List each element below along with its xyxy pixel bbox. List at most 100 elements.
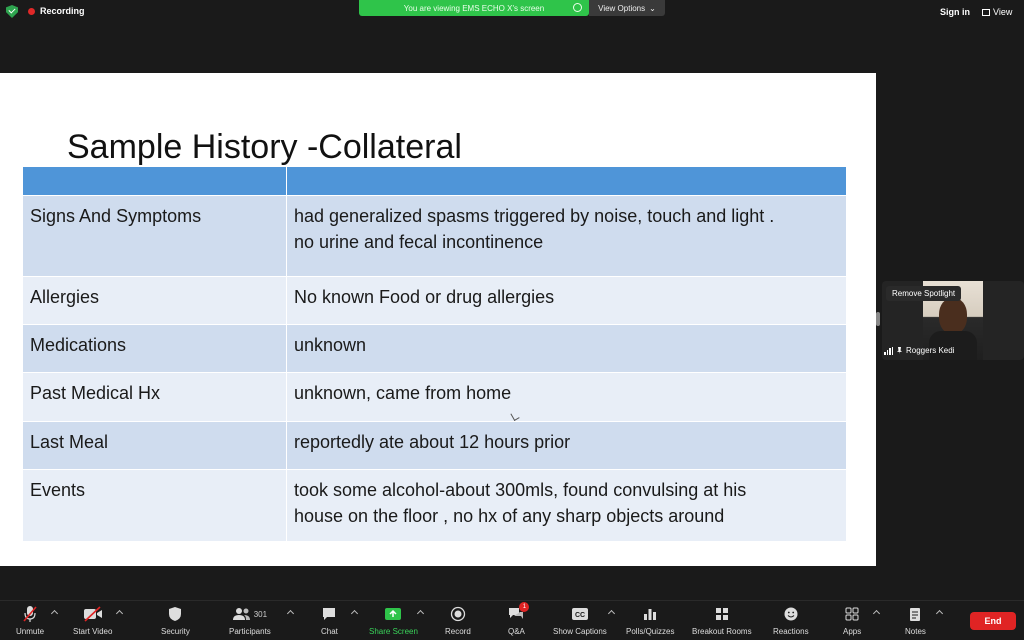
people-icon <box>232 608 250 620</box>
chevron-up-icon[interactable] <box>286 609 295 618</box>
participant-name-bar: Roggers Kedi <box>884 346 954 355</box>
qa-badge: 1 <box>519 602 530 612</box>
chevron-down-icon: ⌄ <box>649 3 656 13</box>
view-label: View <box>993 7 1013 17</box>
breakout-rooms-label: Breakout Rooms <box>692 627 752 636</box>
captions-icon: CC <box>571 605 589 623</box>
notes-icon <box>909 605 921 623</box>
row-label: Signs And Symptoms <box>22 195 287 277</box>
table-header-row <box>22 166 847 196</box>
view-options-label: View Options <box>598 3 646 13</box>
row-label: Events <box>22 469 287 542</box>
microphone-muted-icon <box>22 605 38 623</box>
record-icon <box>573 3 582 12</box>
svg-text:CC: CC <box>575 612 585 619</box>
qa-button[interactable]: 1 Q&A <box>508 602 530 636</box>
unmute-button[interactable]: Unmute <box>16 605 44 636</box>
row-value: unknown, came from home <box>286 372 847 422</box>
bar-chart-icon <box>643 605 657 623</box>
meeting-toolbar: Unmute Start Video Security 301 Particip… <box>0 600 1024 640</box>
qa-icon: 1 <box>508 602 530 623</box>
show-captions-label: Show Captions <box>553 627 607 636</box>
recording-indicator[interactable]: Recording <box>28 6 85 16</box>
show-captions-button[interactable]: CC Show Captions <box>553 605 607 636</box>
slide-title: Sample History -Collateral <box>67 128 462 166</box>
breakout-rooms-button[interactable]: Breakout Rooms <box>692 605 752 636</box>
chevron-up-icon[interactable] <box>607 609 616 618</box>
row-value-line: no urine and fecal incontinence <box>294 232 544 252</box>
chevron-up-icon[interactable] <box>350 609 359 618</box>
row-value-line: had generalized spasms triggered by nois… <box>294 206 775 226</box>
apps-icon <box>845 605 859 623</box>
participant-tile[interactable]: Remove Spotlight Roggers Kedi <box>882 281 1024 360</box>
share-screen-button[interactable]: Share Screen <box>369 605 418 636</box>
reactions-label: Reactions <box>773 627 809 636</box>
view-button[interactable]: View <box>982 7 1012 17</box>
start-video-label: Start Video <box>73 627 113 636</box>
chat-button[interactable]: Chat <box>321 605 338 636</box>
row-value: had generalized spasms triggered by nois… <box>286 195 847 277</box>
record-label: Record <box>445 627 471 636</box>
chat-label: Chat <box>321 627 338 636</box>
shield-icon <box>168 605 182 623</box>
recording-label: Recording <box>40 6 85 16</box>
participants-count: 301 <box>253 609 268 619</box>
record-button[interactable]: Record <box>445 605 471 636</box>
signal-bars-icon <box>884 346 893 355</box>
row-label: Past Medical Hx <box>22 372 287 422</box>
table-header-cell <box>286 166 847 196</box>
notes-button[interactable]: Notes <box>905 605 926 636</box>
share-screen-label: Share Screen <box>369 627 418 636</box>
view-options-button[interactable]: View Options ⌄ <box>589 0 665 16</box>
table-row: Allergies No known Food or drug allergie… <box>22 276 847 325</box>
row-value: No known Food or drug allergies <box>286 276 847 325</box>
chevron-up-icon[interactable] <box>416 609 425 618</box>
qa-label: Q&A <box>508 627 525 636</box>
top-bar: Recording You are viewing EMS ECHO X's s… <box>0 0 1024 24</box>
history-table: Signs And Symptoms had generalized spasm… <box>22 166 847 542</box>
chevron-up-icon[interactable] <box>50 609 59 618</box>
table-row: Signs And Symptoms had generalized spasm… <box>22 195 847 277</box>
table-row: Past Medical Hx unknown, came from home <box>22 372 847 422</box>
row-label: Allergies <box>22 276 287 325</box>
chevron-up-icon[interactable] <box>935 609 944 618</box>
table-header-cell <box>22 166 287 196</box>
grid-view-icon <box>982 8 990 16</box>
chevron-up-icon[interactable] <box>115 609 124 618</box>
viewing-banner: You are viewing EMS ECHO X's screen <box>359 0 589 16</box>
security-button[interactable]: Security <box>161 605 190 636</box>
table-row: Last Meal reportedly ate about 12 hours … <box>22 421 847 470</box>
shared-screen-slide: Sample History -Collateral Signs And Sym… <box>0 73 876 566</box>
chat-bubble-icon <box>321 605 337 623</box>
notes-label: Notes <box>905 627 926 636</box>
security-label: Security <box>161 627 190 636</box>
participant-face <box>939 298 967 334</box>
chevron-up-icon[interactable] <box>872 609 881 618</box>
row-value: reportedly ate about 12 hours prior <box>286 421 847 470</box>
record-icon <box>450 605 466 623</box>
row-value-line: house on the floor , no hx of any sharp … <box>294 506 725 526</box>
apps-label: Apps <box>843 627 862 636</box>
participants-button[interactable]: 301 Participants <box>229 605 271 636</box>
breakout-grid-icon <box>715 605 729 623</box>
row-label: Medications <box>22 324 287 373</box>
table-row: Events took some alcohol-about 300mls, f… <box>22 469 847 542</box>
reactions-button[interactable]: Reactions <box>773 605 809 636</box>
remove-spotlight-button[interactable]: Remove Spotlight <box>886 286 962 301</box>
row-value-line: took some alcohol-about 300mls, found co… <box>294 480 747 500</box>
polls-label: Polls/Quizzes <box>626 627 675 636</box>
viewing-banner-text: You are viewing EMS ECHO X's screen <box>403 3 545 13</box>
unmute-label: Unmute <box>16 627 45 636</box>
resize-handle[interactable] <box>876 312 880 326</box>
polls-button[interactable]: Polls/Quizzes <box>626 605 674 636</box>
row-value: unknown <box>286 324 847 373</box>
start-video-button[interactable]: Start Video <box>73 605 112 636</box>
sign-in-button[interactable]: Sign in <box>940 7 970 17</box>
share-screen-icon <box>384 605 402 623</box>
table-row: Medications unknown <box>22 324 847 373</box>
participants-icon-group: 301 <box>232 605 268 623</box>
apps-button[interactable]: Apps <box>843 605 861 636</box>
video-off-icon <box>83 605 103 623</box>
participant-name: Roggers Kedi <box>906 346 955 355</box>
end-meeting-button[interactable]: End <box>970 612 1016 630</box>
